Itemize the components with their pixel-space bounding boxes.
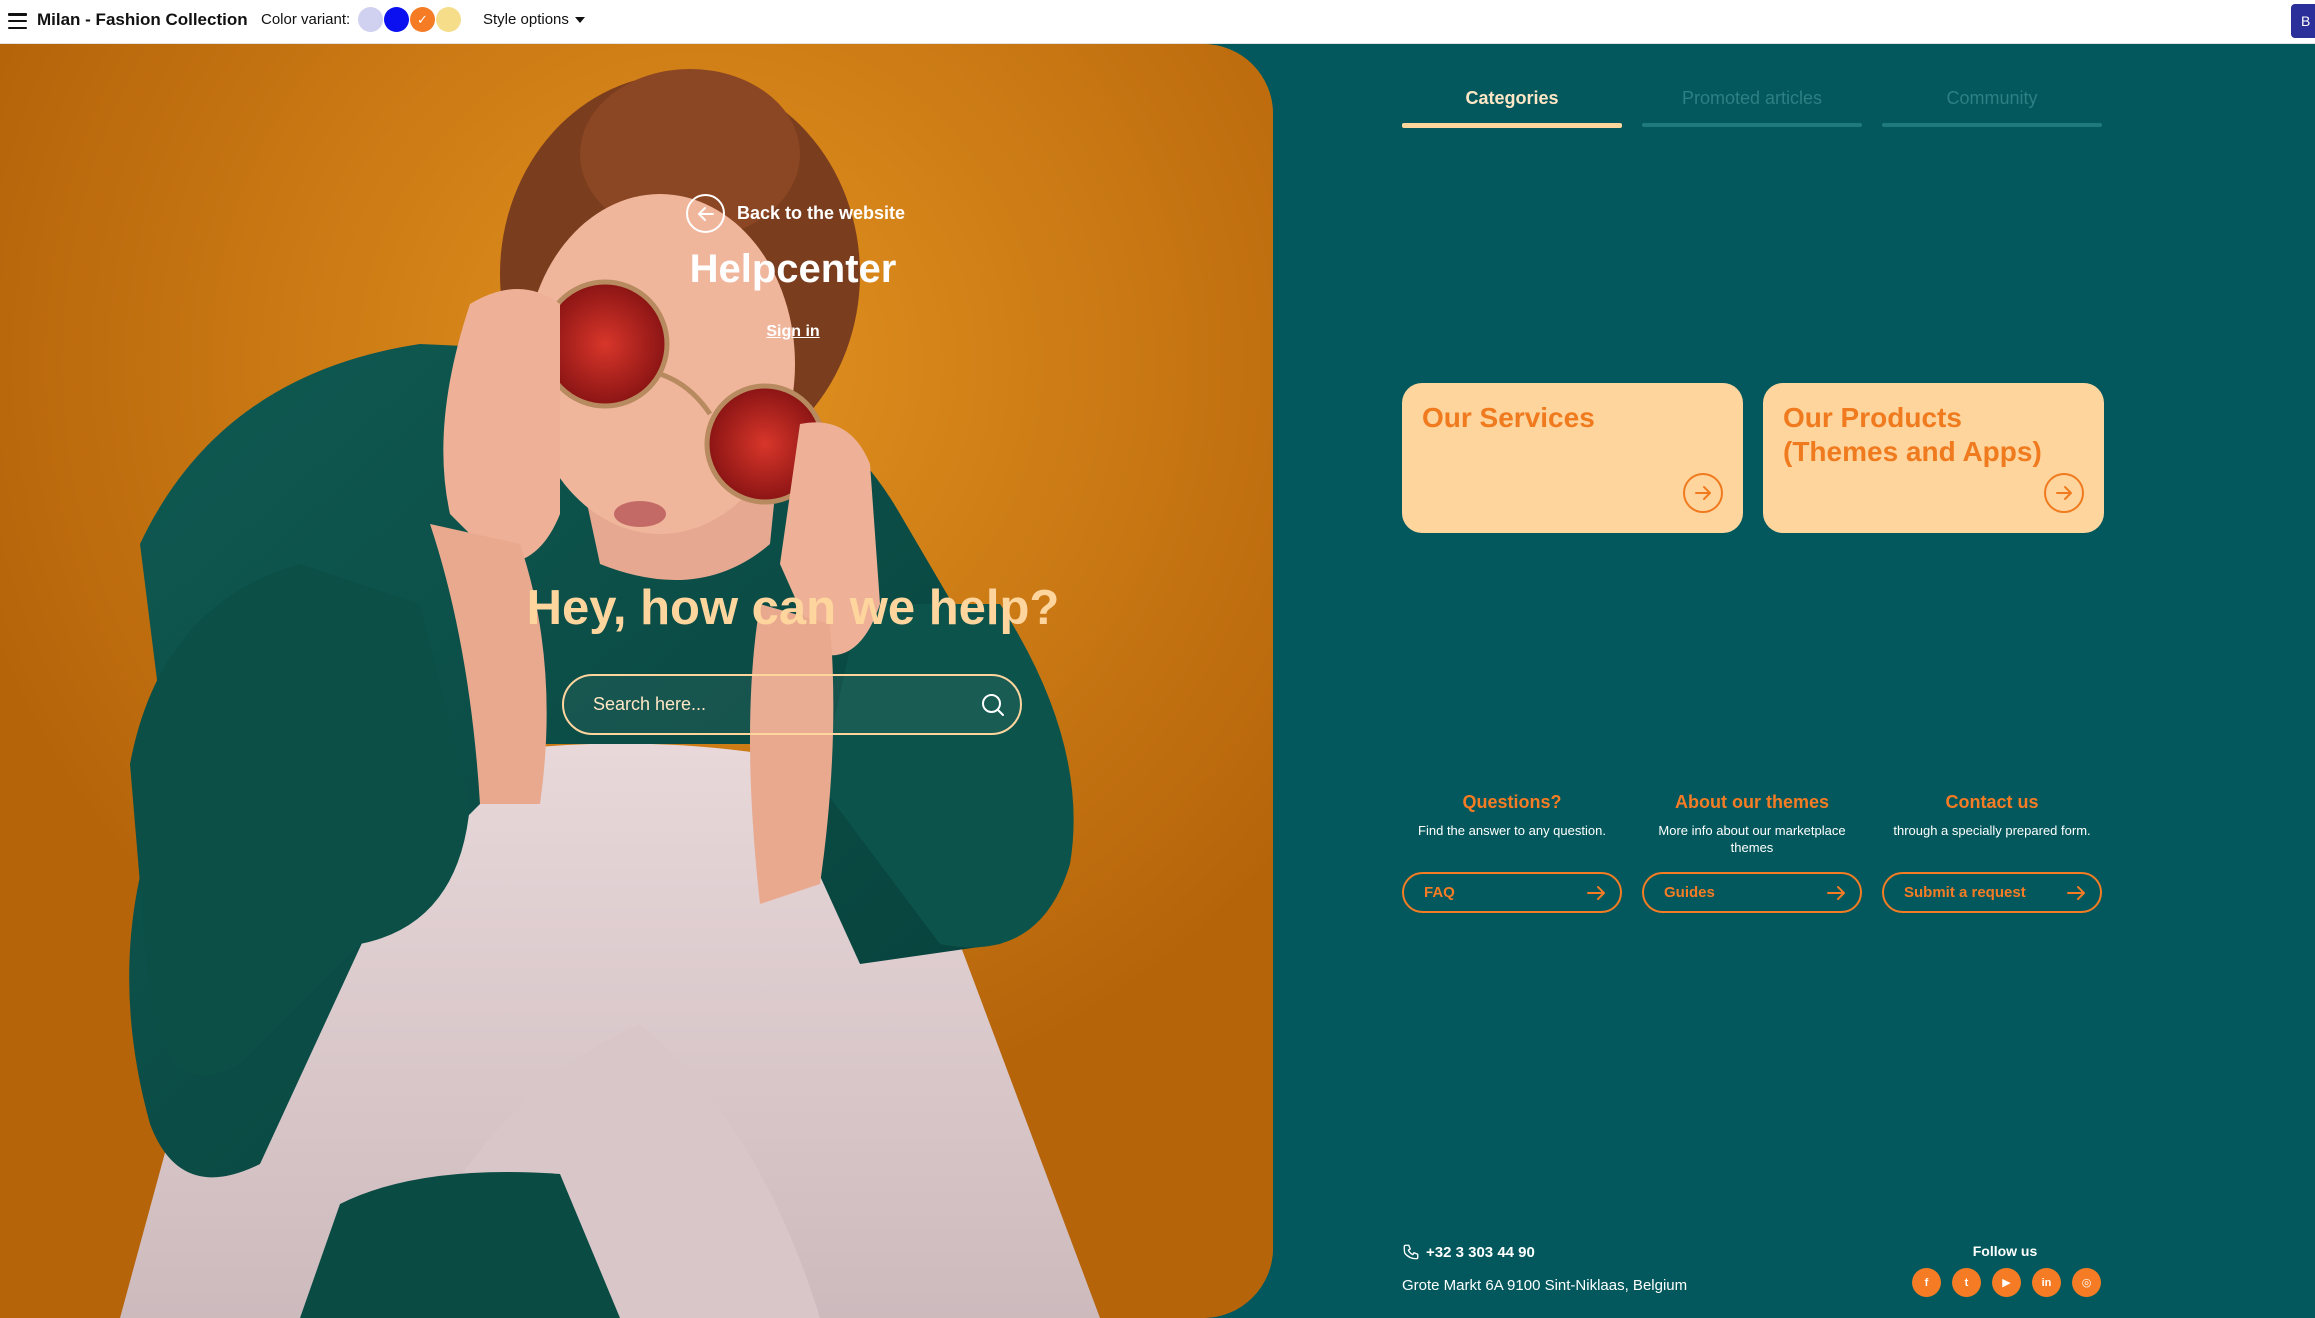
swatch-yellow[interactable] [436,7,461,32]
info-questions: Questions? Find the answer to any questi… [1402,792,1622,913]
color-variant-label: Color variant: [261,11,351,28]
instagram-icon[interactable]: ◎ [2072,1268,2101,1297]
swatch-blue[interactable] [384,7,409,32]
info-title: Contact us [1945,792,2039,812]
arrow-right-icon [1827,885,1845,900]
tab-indicator [1882,123,2102,127]
tab-label: Community [1946,88,2038,108]
guides-button[interactable]: Guides [1642,872,1862,913]
info-columns: Questions? Find the answer to any questi… [1402,792,2122,913]
footer-phone[interactable]: +32 3 303 44 90 [1402,1243,1535,1261]
corner-button[interactable]: B [2291,4,2315,38]
button-label: Guides [1664,884,1715,901]
linkedin-icon[interactable]: in [2032,1268,2061,1297]
tab-categories[interactable]: Categories [1402,88,1622,128]
style-options-label: Style options [483,11,569,28]
phone-number: +32 3 303 44 90 [1426,1243,1535,1261]
info-text: Find the answer to any question. [1418,823,1606,838]
arrow-right-icon [2067,885,2085,900]
facebook-icon[interactable]: f [1912,1268,1941,1297]
tab-promoted-articles[interactable]: Promoted articles [1642,88,1862,128]
info-title: Questions? [1462,792,1562,812]
arrow-left-icon [686,194,725,233]
swatch-lavender[interactable] [358,7,383,32]
hero-content: Back to the website Helpcenter Sign in H… [0,44,1273,1318]
info-text: More info about our marketplace themes [1658,823,1846,855]
info-about-themes: About our themes More info about our mar… [1642,792,1862,913]
color-swatches: ✓ [358,7,462,32]
sign-in-link[interactable]: Sign in [0,323,1273,341]
arrow-right-icon [2044,473,2084,513]
card-title: Our Services [1422,402,1595,433]
app-title: Milan - Fashion Collection [37,10,248,29]
info-contact-us: Contact us through a specially prepared … [1882,792,2102,913]
faq-button[interactable]: FAQ [1402,872,1622,913]
search-input[interactable] [593,694,966,715]
submit-request-button[interactable]: Submit a request [1882,872,2102,913]
back-to-website-link[interactable]: Back to the website [686,194,905,233]
caret-down-icon [574,16,585,23]
info-text: through a specially prepared form. [1893,823,2091,838]
info-title: About our themes [1674,792,1829,812]
style-options-dropdown[interactable]: Style options [483,11,585,28]
social-links: f t ▶ in ◎ [1912,1268,2112,1297]
card-our-products[interactable]: Our Products (Themes and Apps) [1763,383,2104,533]
button-label: Submit a request [1904,884,2026,901]
tab-indicator [1642,123,1862,127]
hamburger-menu-icon[interactable] [8,13,27,30]
arrow-right-icon [1683,473,1723,513]
back-to-website-label: Back to the website [737,203,906,223]
button-label: FAQ [1424,884,1455,901]
tab-community[interactable]: Community [1882,88,2102,128]
youtube-icon[interactable]: ▶ [1992,1268,2021,1297]
hero-section: Back to the website Helpcenter Sign in H… [0,44,1273,1318]
category-cards: Our Services Our Products (Themes and Ap… [1402,383,2124,533]
swatch-orange[interactable]: ✓ [410,7,435,32]
follow-us-label: Follow us [1972,1243,2038,1259]
page-title: Helpcenter [689,247,897,291]
card-title: Our Products (Themes and Apps) [1783,402,2042,467]
card-our-services[interactable]: Our Services [1402,383,1743,533]
tab-indicator [1402,123,1622,128]
footer-address: Grote Markt 6A 9100 Sint-Niklaas, Belgiu… [1402,1277,1688,1294]
tab-label: Categories [1465,88,1559,108]
category-tabs: Categories Promoted articles Community [1402,88,2122,128]
phone-icon [1403,1244,1419,1260]
top-bar: Milan - Fashion Collection Color variant… [0,0,2315,44]
check-icon: ✓ [417,11,428,27]
arrow-right-icon [1587,885,1605,900]
twitter-icon[interactable]: t [1952,1268,1981,1297]
tab-label: Promoted articles [1681,88,1823,108]
hero-question: Hey, how can we help? [526,581,1060,635]
search-box [562,674,1022,735]
search-icon[interactable] [966,678,1020,732]
